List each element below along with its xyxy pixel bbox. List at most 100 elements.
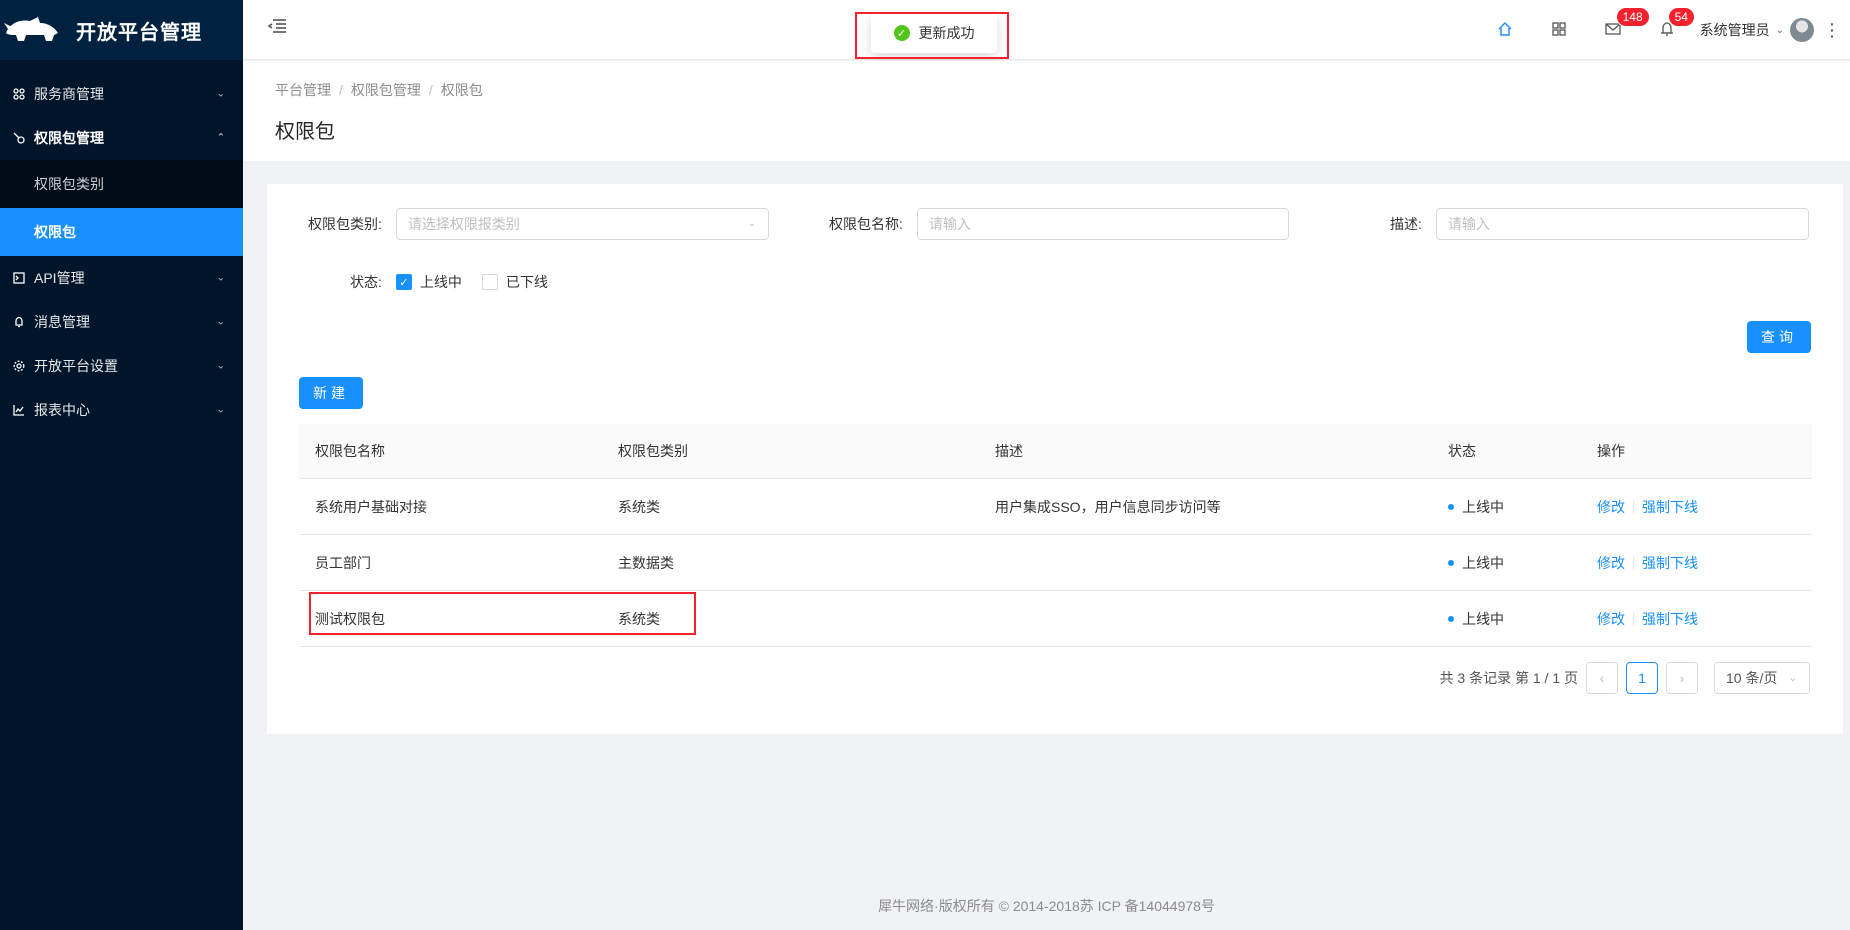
- force-offline-link[interactable]: 强制下线: [1642, 553, 1698, 573]
- action-divider: [1633, 555, 1634, 570]
- chevron-down-icon: ⌄: [216, 316, 225, 328]
- more-button[interactable]: ⋮: [1814, 0, 1850, 60]
- page-title: 权限包: [275, 121, 335, 143]
- chevron-down-icon: ⌄: [216, 272, 225, 284]
- category-label: 权限包类别:: [308, 216, 382, 232]
- breadcrumb-separator: /: [339, 82, 343, 98]
- apps-icon: [12, 87, 26, 101]
- breadcrumb-separator: /: [428, 82, 433, 98]
- pagination: 共 3 条记录 第 1 / 1 页 ‹ 1 › 10 条/页 ⌄: [1440, 662, 1810, 694]
- prev-page-button[interactable]: ‹: [1586, 662, 1618, 694]
- home-button[interactable]: [1478, 0, 1532, 60]
- sidebar-item-package[interactable]: 权限包: [0, 208, 243, 256]
- apps-button[interactable]: [1532, 0, 1586, 60]
- column-header: 状态: [1448, 443, 1476, 459]
- sidebar-item-settings[interactable]: 开放平台设置 ⌄: [0, 344, 243, 388]
- row-highlight-box: [309, 592, 696, 635]
- status-option-label: 已下线: [505, 274, 548, 290]
- sidebar-item-report[interactable]: 报表中心 ⌄: [0, 388, 243, 432]
- submenu-permission: 权限包类别 权限包: [0, 160, 243, 256]
- breadcrumb-item[interactable]: 平台管理: [275, 82, 331, 98]
- edit-link[interactable]: 修改: [1597, 497, 1625, 517]
- column-header: 描述: [995, 443, 1023, 459]
- filter-status: 状态: ✓ 上线中 已下线: [350, 272, 568, 292]
- category-select[interactable]: 请选择权限报类别 ⌄: [395, 208, 769, 240]
- name-input[interactable]: 请输入: [916, 208, 1289, 240]
- force-offline-link[interactable]: 强制下线: [1642, 497, 1698, 517]
- breadcrumb-item: 权限包: [440, 82, 483, 98]
- side-menu: 服务商管理 ⌄ 权限包管理 ⌃ 权限包类别 权限包 API管理 ⌄ 消息管理 ⌄…: [0, 60, 243, 432]
- key-icon: [12, 131, 26, 145]
- toast-highlight-box: [855, 12, 1009, 59]
- breadcrumb-item[interactable]: 权限包管理: [351, 82, 421, 98]
- chevron-right-icon: ›: [1679, 670, 1685, 686]
- edit-link[interactable]: 修改: [1597, 609, 1625, 629]
- column-header: 权限包名称: [315, 443, 385, 459]
- user-menu[interactable]: 系统管理员 ⌄: [1694, 0, 1814, 60]
- rhino-logo-icon: [4, 11, 60, 50]
- cell-actions: 修改 强制下线: [1581, 497, 1812, 517]
- cell-category: 主数据类: [618, 554, 674, 571]
- new-button[interactable]: 新建: [299, 377, 363, 409]
- avatar: [1790, 18, 1814, 42]
- code-icon: [12, 271, 26, 285]
- status-text: 上线中: [1462, 610, 1504, 627]
- pagination-summary: 共 3 条记录 第 1 / 1 页: [1439, 670, 1578, 686]
- chevron-up-icon: ⌃: [216, 132, 225, 144]
- notification-button[interactable]: 54: [1640, 0, 1695, 60]
- chevron-down-icon: ⌄: [1788, 673, 1797, 684]
- sidebar-item-package-category[interactable]: 权限包类别: [0, 160, 243, 208]
- cell-status: 上线中: [1432, 553, 1581, 573]
- sidebar-item-message[interactable]: 消息管理 ⌄: [0, 300, 243, 344]
- page-header: 平台管理 / 权限包管理 / 权限包 权限包: [243, 61, 1850, 161]
- query-button[interactable]: 查询: [1747, 321, 1811, 353]
- sidebar-item-label: 消息管理: [34, 314, 90, 330]
- check-icon: ✓: [395, 274, 412, 290]
- cell-status: 上线中: [1432, 609, 1581, 629]
- description-label: 描述:: [1390, 216, 1422, 232]
- cell-description: 用户集成SSO，用户信息同步访问等: [995, 498, 1221, 515]
- sidebar-item-label: 权限包管理: [34, 130, 104, 146]
- menu-fold-icon[interactable]: [267, 18, 287, 34]
- sidebar: 开放平台管理 服务商管理 ⌄ 权限包管理 ⌃ 权限包类别 权限包 API管理 ⌄: [0, 0, 243, 930]
- gear-icon: [12, 359, 26, 373]
- name-placeholder: 请输入: [928, 216, 971, 232]
- force-offline-link[interactable]: 强制下线: [1642, 609, 1698, 629]
- sidebar-item-api[interactable]: API管理 ⌄: [0, 256, 243, 300]
- next-page-button[interactable]: ›: [1666, 662, 1698, 694]
- table-header: 权限包名称 权限包类别 描述 状态 操作: [299, 424, 1812, 479]
- table-row: 系统用户基础对接 系统类 用户集成SSO，用户信息同步访问等 上线中 修改 强制下…: [299, 479, 1812, 535]
- breadcrumb: 平台管理 / 权限包管理 / 权限包: [275, 80, 483, 100]
- logo[interactable]: 开放平台管理: [0, 0, 243, 60]
- mail-button[interactable]: 148: [1586, 0, 1650, 60]
- header-actions: 148 54 系统管理员 ⌄ ⋮: [1478, 0, 1850, 60]
- footer: 犀牛网络·版权所有 © 2014-2018苏 ICP 备14044978号: [878, 898, 1215, 914]
- chevron-down-icon: ⌄: [216, 404, 225, 416]
- status-offline-checkbox[interactable]: 已下线: [481, 272, 548, 292]
- status-online-checkbox[interactable]: ✓ 上线中: [395, 272, 462, 292]
- chevron-down-icon: ⌄: [216, 360, 225, 372]
- column-header: 操作: [1597, 443, 1625, 459]
- status-text: 上线中: [1462, 498, 1504, 515]
- description-placeholder: 请输入: [1447, 216, 1490, 232]
- cell-actions: 修改 强制下线: [1581, 609, 1812, 629]
- page-size-value: 10 条/页: [1726, 670, 1778, 686]
- line-chart-icon: [12, 403, 26, 417]
- page-size-select[interactable]: 10 条/页 ⌄: [1714, 662, 1810, 694]
- more-vertical-icon: ⋮: [1823, 19, 1841, 40]
- checkbox-box: [481, 274, 498, 290]
- cell-category: 系统类: [618, 498, 660, 515]
- chevron-down-icon: ⌄: [1775, 24, 1784, 36]
- sidebar-item-permission-package[interactable]: 权限包管理 ⌃: [0, 116, 243, 160]
- home-icon: [1497, 21, 1513, 40]
- sidebar-item-provider[interactable]: 服务商管理 ⌄: [0, 72, 243, 116]
- sidebar-item-label: 服务商管理: [34, 86, 104, 102]
- description-input[interactable]: 请输入: [1435, 208, 1809, 240]
- action-divider: [1633, 499, 1634, 514]
- bell-icon: [12, 315, 26, 329]
- table-row: 员工部门 主数据类 上线中 修改 强制下线: [299, 535, 1812, 591]
- page-button[interactable]: 1: [1626, 662, 1658, 694]
- chevron-left-icon: ‹: [1599, 670, 1605, 686]
- filter-category: 权限包类别: 请选择权限报类别 ⌄: [308, 208, 769, 240]
- edit-link[interactable]: 修改: [1597, 553, 1625, 573]
